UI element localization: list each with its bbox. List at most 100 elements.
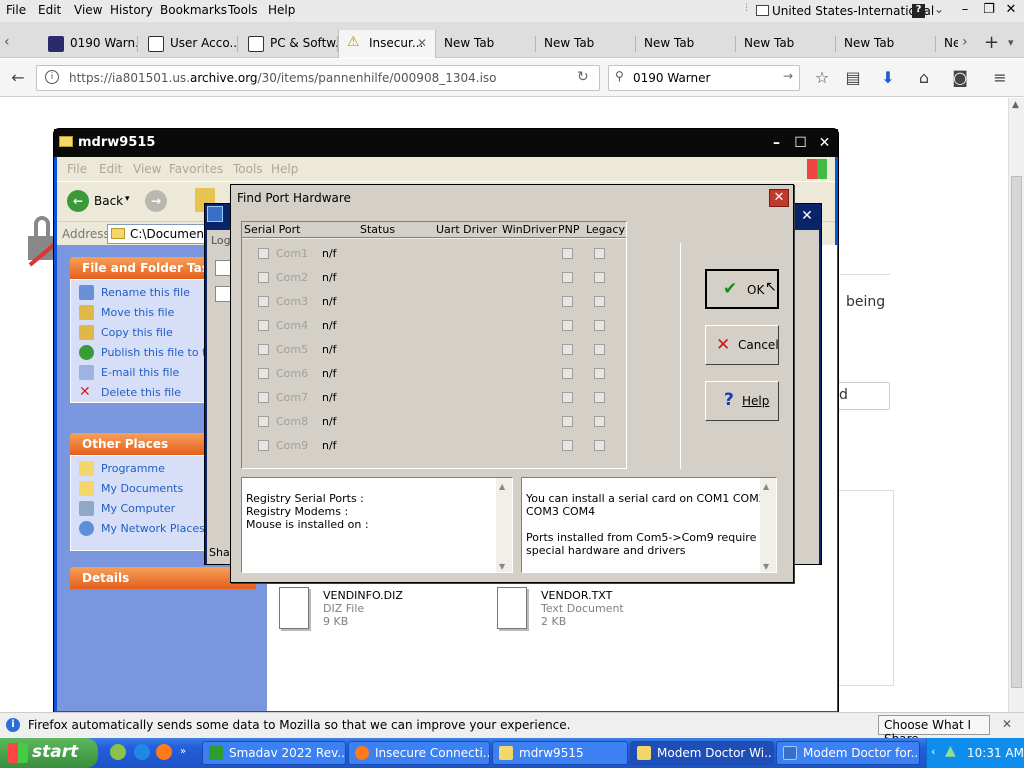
place-programme[interactable]: Programme [79,460,165,478]
scroll-thumb[interactable] [1011,176,1022,688]
close-icon[interactable]: ✕ [769,189,789,207]
menu-tools[interactable]: Tools [228,3,258,17]
memo-scrollbar[interactable]: ▲ ▼ [496,478,512,572]
page-scrollbar[interactable]: ▲ [1008,98,1024,712]
legacy-checkbox[interactable] [594,440,605,451]
chevron-right-icon[interactable]: » [180,746,186,757]
restore-icon[interactable]: ❐ [978,2,1000,20]
choose-what-i-share-button[interactable]: Choose What I Share [878,715,990,746]
reading-list-icon[interactable]: ▤ [843,68,863,88]
port-checkbox[interactable] [258,248,269,259]
menu-file[interactable]: File [6,3,26,17]
task-copy[interactable]: Copy this file [79,324,173,342]
port-checkbox[interactable] [258,320,269,331]
file-name[interactable]: VENDOR.TXT [541,589,624,602]
chevron-right-icon[interactable]: › [962,34,968,50]
menu-history[interactable]: History [110,3,153,17]
port-checkbox[interactable] [258,392,269,403]
pnp-checkbox[interactable] [562,368,573,379]
cancel-button[interactable]: ✕ Cancel [705,325,779,365]
port-checkbox[interactable] [258,440,269,451]
help-icon[interactable]: ? [912,4,925,18]
close-icon[interactable]: ✕ [1000,2,1022,20]
tab-insecure[interactable]: ⚠ Insecur... ✕ [338,30,436,58]
maximize-icon[interactable]: ☐ [790,133,811,154]
close-icon[interactable]: ✕ [814,133,835,154]
task-mdrw9515[interactable]: mdrw9515 [492,741,628,765]
tab-new-1[interactable]: New Tab [438,30,536,58]
tab-list-icon[interactable]: ▾ [1008,36,1014,49]
menu-favorites[interactable]: Favorites [169,162,223,176]
task-smadav[interactable]: Smadav 2022 Rev... [202,741,346,765]
menu-bookmarks[interactable]: Bookmarks [160,3,227,17]
tab-0190-warner[interactable]: 0190 Warn... [40,30,138,58]
port-checkbox[interactable] [258,272,269,283]
checkbox[interactable] [215,260,231,276]
tab-pc-software[interactable]: PC & Softw... [240,30,338,58]
tab-user-accounts[interactable]: User Acco... [140,30,238,58]
menu-edit[interactable]: Edit [99,162,122,176]
legacy-checkbox[interactable] [594,416,605,427]
tab-new-6[interactable]: Ne [938,30,958,58]
registry-info-memo[interactable]: Registry Serial Ports : Registry Modems … [241,477,513,573]
tab-close-icon[interactable]: ✕ [417,36,427,50]
legacy-checkbox[interactable] [594,344,605,355]
address-field[interactable]: C:\Documents a [107,224,217,244]
checkbox[interactable] [215,286,231,302]
hamburger-menu-icon[interactable]: ≡ [990,68,1010,88]
place-my-documents[interactable]: My Documents [79,480,183,498]
pnp-checkbox[interactable] [562,320,573,331]
tab-new-3[interactable]: New Tab [638,30,736,58]
task-delete[interactable]: ✕ Delete this file [79,384,181,402]
start-button[interactable]: start [0,738,98,768]
keyboard-icon[interactable] [756,5,769,16]
legacy-checkbox[interactable] [594,368,605,379]
pocket-icon[interactable]: ◙ [950,68,970,88]
url-bar[interactable]: i https://ia801501.us.archive.org/30/ite… [36,65,600,91]
port-checkbox[interactable] [258,344,269,355]
memo-scrollbar[interactable]: ▲ ▼ [760,478,776,572]
menu-view[interactable]: View [74,3,102,17]
smadav-tray-icon[interactable]: ▲ [945,743,956,759]
search-go-icon[interactable]: → [783,69,793,83]
pnp-checkbox[interactable] [562,296,573,307]
legacy-checkbox[interactable] [594,320,605,331]
clock[interactable]: 10:31 AM [967,746,1024,760]
close-icon[interactable]: ✕ [1002,717,1012,731]
new-tab-icon[interactable]: + [984,32,999,53]
menu-edit[interactable]: Edit [38,3,61,17]
task-insecure-connection[interactable]: Insecure Connecti... [348,741,490,765]
file-name[interactable]: VENDINFO.DIZ [323,589,403,602]
minimize-icon[interactable]: – [954,2,976,20]
ie-icon[interactable] [134,744,150,760]
back-arrow-icon[interactable]: ← [8,68,28,88]
place-my-network[interactable]: My Network Places [79,520,205,538]
pnp-checkbox[interactable] [562,248,573,259]
search-input[interactable]: ⚲ 0190 Warner → [608,65,800,91]
task-publish[interactable]: Publish this file to the [79,344,220,362]
task-move[interactable]: Move this file [79,304,174,322]
tab-new-2[interactable]: New Tab [538,30,636,58]
port-checkbox[interactable] [258,416,269,427]
file-item[interactable] [279,587,319,633]
task-rename[interactable]: Rename this file [79,284,190,302]
file-item[interactable] [497,587,537,633]
reload-icon[interactable]: ↻ [577,69,589,85]
explorer-titlebar[interactable]: mdrw9515 – ☐ ✕ [54,129,838,157]
legacy-checkbox[interactable] [594,392,605,403]
forward-arrow-icon[interactable]: → [145,190,167,212]
menu-file[interactable]: File [67,162,87,176]
pnp-checkbox[interactable] [562,440,573,451]
place-my-computer[interactable]: My Computer [79,500,175,518]
ok-button[interactable]: ✔ OK ↖ [705,269,779,309]
chevron-down-icon[interactable]: ▾ [125,194,130,204]
task-modem-doctor[interactable]: Modem Doctor for... [776,741,920,765]
details-header[interactable]: Details [70,567,256,589]
menu-view[interactable]: View [133,162,161,176]
downloads-icon[interactable]: ⬇ [878,68,898,88]
legacy-checkbox[interactable] [594,248,605,259]
dialog-titlebar[interactable]: Find Port Hardware [231,185,793,211]
tab-new-5[interactable]: New Tab [838,30,936,58]
chevron-down-icon[interactable]: ⌄ [934,2,944,16]
menu-tools[interactable]: Tools [233,162,263,176]
